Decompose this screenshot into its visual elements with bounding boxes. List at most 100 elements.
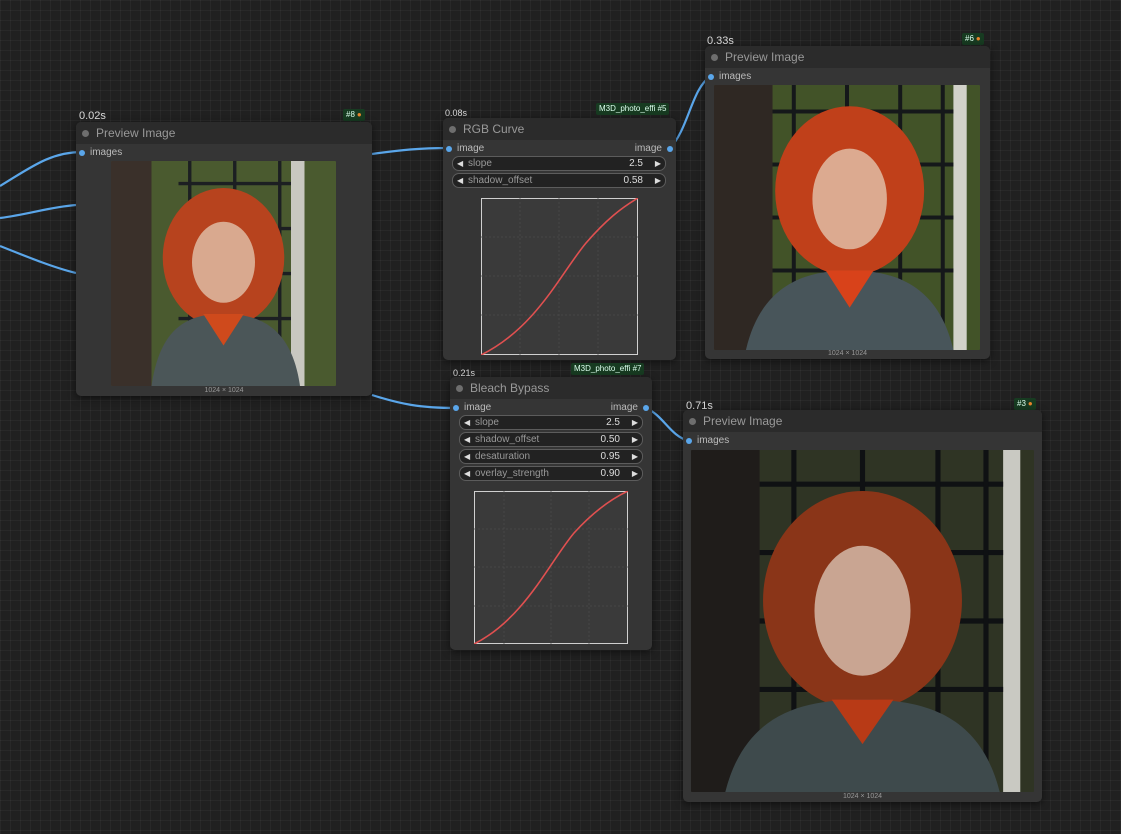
arrow-left-icon[interactable]: ◀	[464, 467, 470, 480]
slope-widget[interactable]: ◀ slope 2.5 ▶	[459, 415, 643, 430]
desaturation-widget[interactable]: ◀ desaturation 0.95 ▶	[459, 449, 643, 464]
widget-value: 2.5	[629, 158, 643, 169]
preview-image-node-3[interactable]: Preview Image images 1024 × 1024	[683, 410, 1042, 802]
widget-value: 0.95	[600, 451, 620, 462]
image-input-slot[interactable]: image	[453, 402, 491, 413]
input-socket-icon[interactable]	[686, 437, 692, 444]
arrow-left-icon[interactable]: ◀	[457, 157, 463, 170]
arrow-left-icon[interactable]: ◀	[464, 450, 470, 463]
widget-name: shadow_offset	[475, 434, 540, 445]
slot-label: image	[464, 402, 492, 413]
node-title: Preview Image	[725, 50, 805, 64]
execution-time: 0.08s	[445, 108, 468, 118]
arrow-right-icon[interactable]: ▶	[655, 174, 661, 187]
preview-image	[111, 161, 336, 386]
arrow-left-icon[interactable]: ◀	[457, 174, 463, 187]
preview-image-node-6[interactable]: Preview Image images 1024 × 1024	[705, 46, 990, 359]
slope-widget[interactable]: ◀ slope 2.5 ▶	[452, 156, 666, 171]
shadow-offset-widget[interactable]: ◀ shadow_offset 0.50 ▶	[459, 432, 643, 447]
widget-value: 0.58	[623, 175, 643, 186]
node-title-bar[interactable]: RGB Curve	[443, 118, 676, 140]
node-pack-name: M3D_photo_effi	[574, 364, 631, 373]
node-title-bar[interactable]: Preview Image	[705, 46, 990, 68]
preview-image	[714, 85, 980, 350]
shadow-offset-widget[interactable]: ◀ shadow_offset 0.58 ▶	[452, 173, 666, 188]
node-pack-badge: M3D_photo_effi #7	[571, 363, 645, 375]
collapse-dot-icon[interactable]	[689, 417, 696, 425]
images-input-slot[interactable]: images	[708, 71, 751, 82]
execution-time: 0.02s	[79, 110, 106, 122]
image-dimensions: 1024 × 1024	[827, 350, 868, 357]
bleach-bypass-node-7[interactable]: Bleach Bypass image image ◀ slope 2.5 ▶ …	[450, 377, 652, 650]
node-id: #6	[965, 34, 974, 43]
output-socket-icon[interactable]	[643, 404, 649, 411]
fox-icon: ●	[975, 34, 981, 43]
input-socket-icon[interactable]	[79, 149, 85, 156]
widget-name: slope	[475, 417, 499, 428]
input-socket-icon[interactable]	[446, 145, 452, 152]
wire-offscreen-2	[0, 203, 77, 220]
widget-value: 0.90	[600, 468, 620, 479]
arrow-right-icon[interactable]: ▶	[655, 157, 661, 170]
widget-name: overlay_strength	[475, 468, 549, 479]
curve-graph	[481, 198, 638, 355]
arrow-left-icon[interactable]: ◀	[464, 416, 470, 429]
output-socket-icon[interactable]	[667, 145, 673, 152]
node-title: Preview Image	[96, 126, 176, 140]
widget-name: slope	[468, 158, 492, 169]
images-input-slot[interactable]: images	[79, 147, 122, 158]
node-id: #5	[657, 104, 667, 113]
node-pack-badge: M3D_photo_effi #5	[596, 103, 670, 115]
arrow-right-icon[interactable]: ▶	[632, 433, 638, 446]
image-output-slot[interactable]: image	[611, 402, 649, 413]
image-input-slot[interactable]: image	[446, 143, 484, 154]
node-title-bar[interactable]: Preview Image	[683, 410, 1042, 432]
image-output-slot[interactable]: image	[635, 143, 673, 154]
slot-label: image	[610, 402, 638, 413]
slot-label: images	[90, 147, 123, 158]
arrow-right-icon[interactable]: ▶	[632, 450, 638, 463]
node-id-badge: #8 ●	[343, 109, 365, 121]
node-pack-name: M3D_photo_effi	[599, 104, 656, 113]
slot-label: images	[719, 71, 752, 82]
widget-value: 2.5	[606, 417, 620, 428]
fox-icon: ●	[1027, 399, 1033, 408]
node-title: RGB Curve	[463, 122, 525, 136]
rgb-curve-node-5[interactable]: RGB Curve image image ◀ slope 2.5 ▶ ◀ sh…	[443, 118, 676, 360]
slot-label: images	[697, 435, 730, 446]
input-socket-icon[interactable]	[708, 73, 714, 80]
preview-image-node-8[interactable]: Preview Image images 1024 × 1024	[76, 122, 372, 396]
wire-offscreen-1	[0, 150, 83, 187]
arrow-right-icon[interactable]: ▶	[632, 467, 638, 480]
arrow-left-icon[interactable]: ◀	[464, 433, 470, 446]
fox-icon: ●	[356, 110, 362, 119]
node-title-bar[interactable]: Bleach Bypass	[450, 377, 652, 399]
node-id-badge: #6 ●	[962, 33, 984, 45]
arrow-right-icon[interactable]: ▶	[632, 416, 638, 429]
input-socket-icon[interactable]	[453, 404, 459, 411]
image-dimensions: 1024 × 1024	[204, 387, 244, 394]
overlay-strength-widget[interactable]: ◀ overlay_strength 0.90 ▶	[459, 466, 643, 481]
collapse-dot-icon[interactable]	[82, 129, 89, 137]
widget-name: shadow_offset	[468, 175, 533, 186]
widget-name: desaturation	[475, 451, 531, 462]
wire-rgbcurve-to-preview6	[669, 76, 711, 149]
collapse-dot-icon[interactable]	[449, 125, 456, 133]
wire-preview8-to-bleach	[371, 393, 457, 410]
wire-offscreen-3	[0, 244, 77, 275]
wire-preview8-to-rgbcurve	[371, 146, 450, 156]
collapse-dot-icon[interactable]	[456, 384, 463, 392]
preview-image	[691, 450, 1034, 792]
images-input-slot[interactable]: images	[686, 435, 729, 446]
node-title-bar[interactable]: Preview Image	[76, 122, 372, 144]
node-title: Preview Image	[703, 414, 783, 428]
image-dimensions: 1024 × 1024	[842, 793, 883, 800]
node-id: #7	[632, 364, 642, 373]
node-title: Bleach Bypass	[470, 381, 550, 395]
node-id: #3	[1017, 399, 1026, 408]
collapse-dot-icon[interactable]	[711, 53, 718, 61]
node-id-badge: #3 ●	[1014, 398, 1036, 410]
slot-label: image	[634, 143, 662, 154]
widget-value: 0.50	[600, 434, 620, 445]
curve-graph	[474, 491, 628, 644]
